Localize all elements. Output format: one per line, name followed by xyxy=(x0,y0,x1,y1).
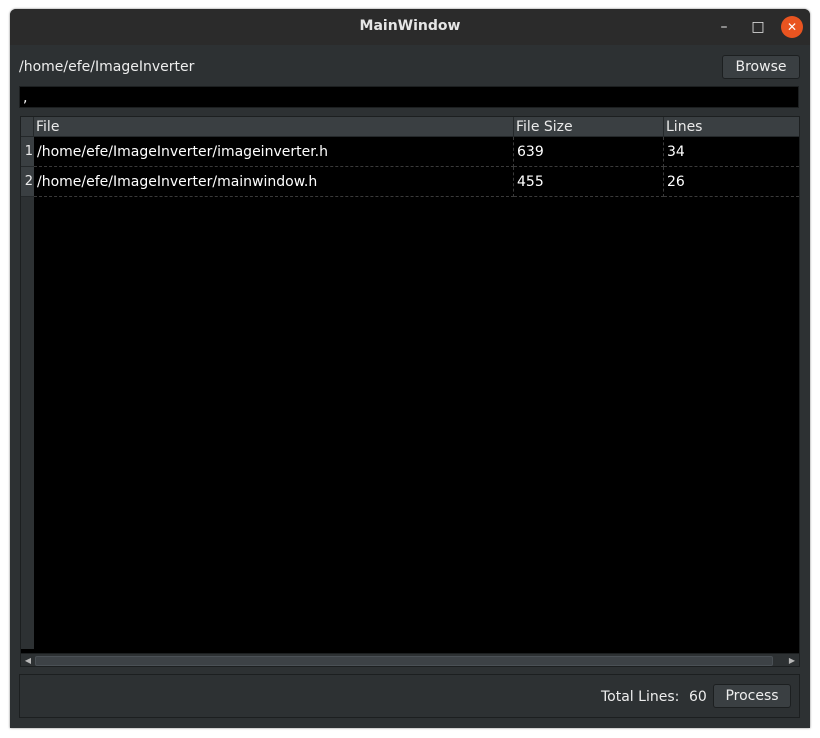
scroll-right-icon[interactable]: ▶ xyxy=(786,655,798,666)
column-header-lines[interactable]: Lines xyxy=(664,117,799,137)
table-cell-lines[interactable]: 34 xyxy=(664,137,799,167)
window-title: MainWindow xyxy=(359,18,461,34)
bottom-panel: Total Lines: 60 Process xyxy=(19,674,800,718)
total-lines-value: 60 xyxy=(689,689,707,705)
total-lines-label: Total Lines: xyxy=(601,689,680,705)
column-header-file[interactable]: File xyxy=(34,117,514,137)
table-cell-file[interactable]: /home/efe/ImageInverter/imageinverter.h xyxy=(34,137,514,167)
main-window: MainWindow – □ ✕ /home/efe/ImageInverter… xyxy=(10,9,810,728)
table-cell-lines[interactable]: 26 xyxy=(664,167,799,197)
horizontal-scrollbar[interactable]: ◀ ▶ xyxy=(21,653,799,666)
process-button[interactable]: Process xyxy=(713,684,791,708)
directory-path-label: /home/efe/ImageInverter xyxy=(19,59,195,75)
close-icon[interactable]: ✕ xyxy=(781,16,803,38)
column-header-file-size[interactable]: File Size xyxy=(514,117,664,137)
scrollbar-handle[interactable] xyxy=(35,656,773,666)
table-corner[interactable] xyxy=(21,117,34,137)
table-cell-file[interactable]: /home/efe/ImageInverter/mainwindow.h xyxy=(34,167,514,197)
row-header[interactable]: 1 xyxy=(21,137,34,167)
maximize-icon[interactable]: □ xyxy=(747,16,769,38)
filter-input[interactable]: , xyxy=(19,86,799,108)
table-cell-file-size[interactable]: 639 xyxy=(514,137,664,167)
file-table: File File Size Lines 1 /home/efe/ImageIn… xyxy=(20,116,800,667)
browse-button[interactable]: Browse xyxy=(722,55,800,79)
row-header-gutter xyxy=(21,197,34,649)
table-cell-file-size[interactable]: 455 xyxy=(514,167,664,197)
row-header[interactable]: 2 xyxy=(21,167,34,197)
title-bar[interactable]: MainWindow – □ ✕ xyxy=(10,9,810,45)
scroll-left-icon[interactable]: ◀ xyxy=(22,655,34,666)
minimize-icon[interactable]: – xyxy=(713,16,735,38)
